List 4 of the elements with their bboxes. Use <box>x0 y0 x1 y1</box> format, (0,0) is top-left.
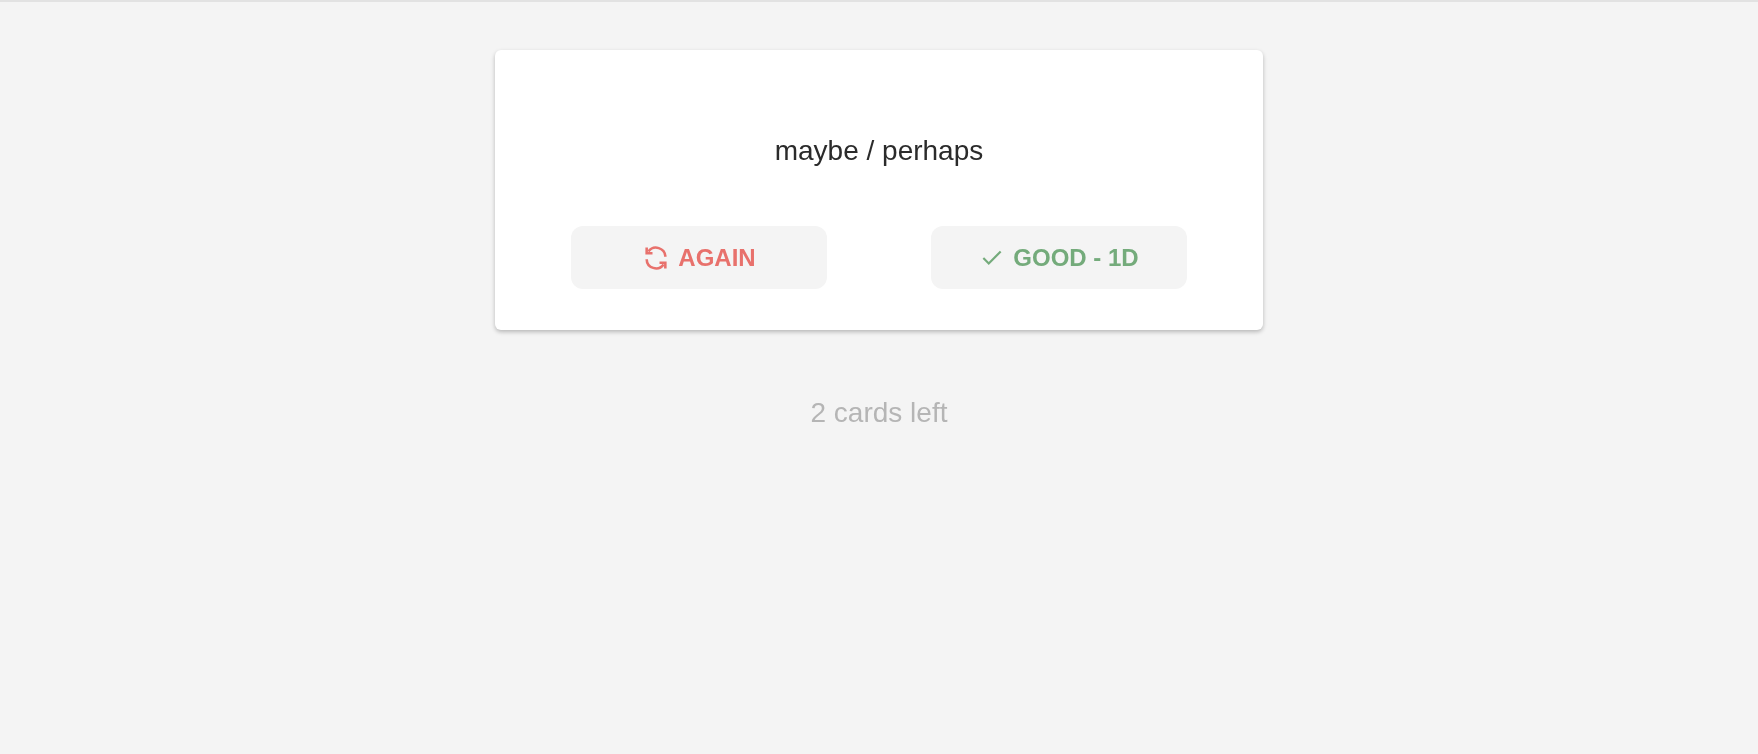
good-button[interactable]: GOOD - 1D <box>931 226 1187 289</box>
card-prompt: maybe / perhaps <box>774 134 984 168</box>
again-button[interactable]: AGAIN <box>571 226 827 289</box>
cards-remaining: 2 cards left <box>810 396 948 430</box>
